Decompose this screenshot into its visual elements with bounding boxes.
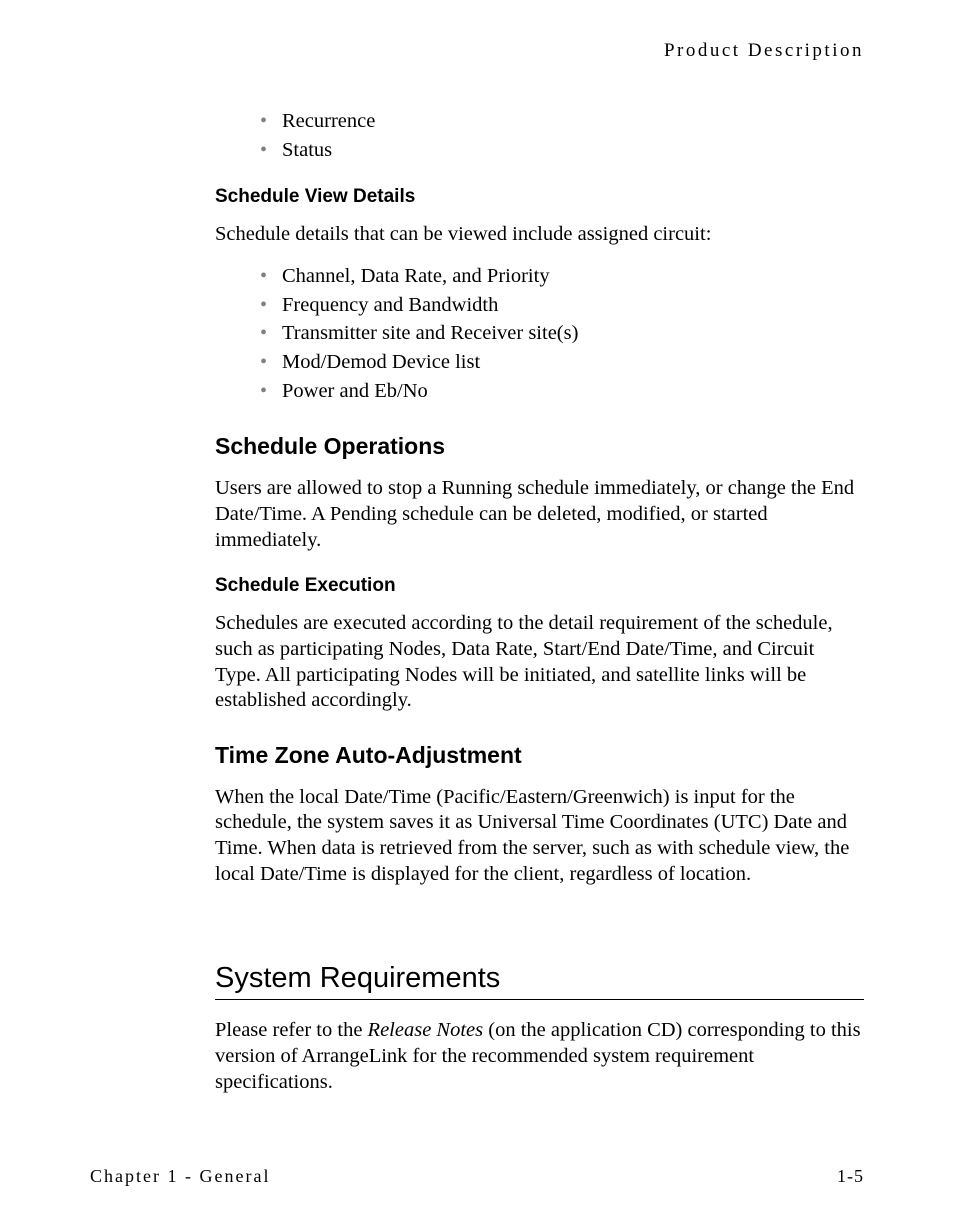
text-prefix: Please refer to the xyxy=(215,1019,368,1041)
release-notes-italic: Release Notes xyxy=(368,1019,484,1041)
paragraph: Please refer to the Release Notes (on th… xyxy=(215,1018,864,1095)
list-item: Status xyxy=(260,136,864,165)
heading-time-zone-auto-adjustment: Time Zone Auto-Adjustment xyxy=(215,742,864,769)
list-item: Transmitter site and Receiver site(s) xyxy=(260,319,864,348)
paragraph: Users are allowed to stop a Running sche… xyxy=(215,476,864,553)
paragraph: Schedules are executed according to the … xyxy=(215,611,864,714)
footer-left-suffix: - General xyxy=(178,1166,270,1186)
heading-schedule-operations: Schedule Operations xyxy=(215,433,864,460)
heading-schedule-execution: Schedule Execution xyxy=(215,575,864,597)
top-bullet-list: Recurrence Status xyxy=(260,107,864,164)
heading-system-requirements: System Requirements xyxy=(215,962,864,1000)
list-item: Mod/Demod Device list xyxy=(260,348,864,377)
list-item: Channel, Data Rate, and Priority xyxy=(260,262,864,291)
header-section-label: Product Description xyxy=(90,40,864,62)
footer-left-number: 1 xyxy=(167,1166,178,1186)
footer-left-prefix: Chapter xyxy=(90,1166,167,1186)
heading-schedule-view-details: Schedule View Details xyxy=(215,186,864,208)
list-item: Recurrence xyxy=(260,107,864,136)
page-footer: Chapter 1 - General 1-5 xyxy=(90,1166,864,1187)
footer-page-number: 1-5 xyxy=(837,1166,864,1187)
main-content: Recurrence Status Schedule View Details … xyxy=(215,107,864,1095)
paragraph: Schedule details that can be viewed incl… xyxy=(215,222,864,248)
list-item: Power and Eb/No xyxy=(260,377,864,406)
schedule-view-details-list: Channel, Data Rate, and Priority Frequen… xyxy=(260,262,864,405)
list-item: Frequency and Bandwidth xyxy=(260,291,864,320)
footer-chapter-label: Chapter 1 - General xyxy=(90,1166,270,1187)
paragraph: When the local Date/Time (Pacific/Easter… xyxy=(215,785,864,888)
